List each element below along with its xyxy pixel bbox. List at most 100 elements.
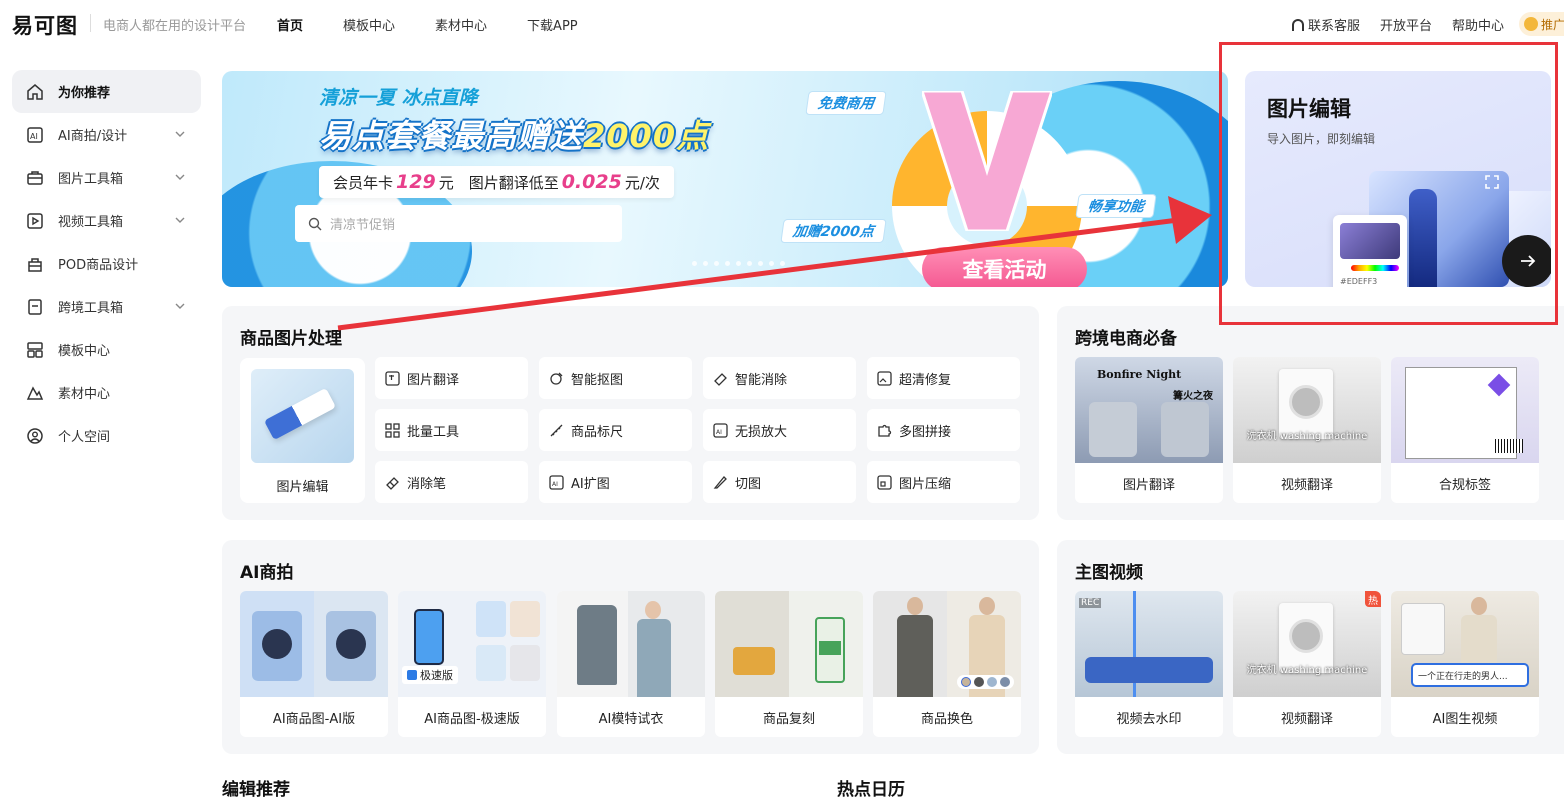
chevron-down-icon: [175, 303, 185, 309]
carousel-dots[interactable]: [692, 261, 785, 266]
tile-video-translate[interactable]: 洗衣机 washing machine 视频翻译: [1233, 357, 1381, 503]
main-video-section: 主图视频 REC 视频去水印 洗衣机 washing machine 热 视频翻…: [1057, 540, 1564, 754]
tool-slice[interactable]: 切图: [703, 461, 856, 503]
tile-ai-product-ai[interactable]: AI商品图-AI版: [240, 591, 388, 737]
washing-machine-image: 洗衣机 washing machine 热: [1233, 591, 1381, 697]
search-icon: [308, 217, 322, 230]
open-platform-link[interactable]: 开放平台: [1380, 15, 1432, 34]
highlight-box: [1219, 42, 1558, 325]
tile-video-watermark-remove[interactable]: REC 视频去水印: [1075, 591, 1223, 737]
pod-icon: [26, 255, 44, 273]
banner-title: 清凉一夏 冰点直降: [319, 87, 478, 109]
living-room-image: REC: [1075, 591, 1223, 697]
template-icon: [26, 341, 44, 359]
banner-headline: 易点套餐最高赠送2000点: [319, 117, 710, 155]
nav-home[interactable]: 首页: [277, 15, 303, 34]
tile-image: [251, 369, 354, 463]
humidifier-image: [240, 591, 388, 697]
hot-calendar-title: 热点日历: [837, 780, 905, 800]
image-edit-tile[interactable]: 图片编辑: [240, 358, 365, 503]
tag-free-commercial: 免费商用: [805, 91, 887, 115]
tagline: 电商人都在用的设计平台: [103, 19, 247, 34]
chevron-down-icon: [175, 131, 185, 137]
translate-icon: [385, 370, 400, 386]
tile-ai-product-fast[interactable]: 极速版 AI商品图-极速版: [398, 591, 546, 737]
header-right-links: 联系客服 开放平台 帮助中心: [1272, 15, 1504, 34]
banner-price-line: 会员年卡 129 元 图片翻译低至 0.025 元/次: [319, 166, 674, 198]
tool-smart-erase[interactable]: 智能消除: [703, 357, 856, 399]
sidebar-item-personal-space[interactable]: 个人空间: [12, 414, 201, 457]
sidebar-item-pod-design[interactable]: POD商品设计: [12, 242, 201, 285]
contact-support-link[interactable]: 联系客服: [1291, 15, 1360, 34]
compress-icon: [877, 474, 892, 490]
edit-recommend-title: 编辑推荐: [222, 780, 290, 800]
sidebar-item-image-toolbox[interactable]: 图片工具箱: [12, 156, 201, 199]
nav-templates[interactable]: 模板中心: [343, 15, 395, 34]
tool-ai-expand[interactable]: AI AI扩图: [539, 461, 692, 503]
tool-lossless-upscale[interactable]: AI 无损放大: [703, 409, 856, 451]
tool-batch[interactable]: 批量工具: [375, 409, 528, 451]
nav-download-app[interactable]: 下载APP: [527, 15, 578, 34]
washing-machine-image: 洗衣机 washing machine: [1233, 357, 1381, 463]
ai-shoot-section: AI商拍 AI商品图-AI版 极速版 AI商品图-极速版 AI模特试衣 商品复刻…: [222, 540, 1039, 754]
section-title: 跨境电商必备: [1075, 329, 1177, 349]
knife-icon: [713, 475, 727, 489]
tile-image-translate[interactable]: Bonfire Night 篝火之夜 图片翻译: [1075, 357, 1223, 503]
sidebar-item-templates[interactable]: 模板中心: [12, 328, 201, 371]
tool-image-compress[interactable]: 图片压缩: [867, 461, 1020, 503]
tool-smart-cutout[interactable]: 智能抠图: [539, 357, 692, 399]
crossborder-section: 跨境电商必备 Bonfire Night 篝火之夜 图片翻译 洗衣机 washi…: [1057, 306, 1564, 520]
banner-search-input[interactable]: 清凉节促销: [295, 205, 622, 242]
upscale-icon: AI: [713, 422, 728, 438]
tool-product-ruler[interactable]: 商品标尺: [539, 409, 692, 451]
logo[interactable]: 易可图: [12, 10, 78, 40]
ai-icon: AI: [26, 126, 44, 144]
svg-text:AI: AI: [716, 429, 722, 436]
cutout-icon: [550, 372, 563, 385]
v-logo-decoration: [922, 91, 1052, 231]
phone-image: 极速版: [398, 591, 546, 697]
help-center-link[interactable]: 帮助中心: [1452, 15, 1504, 34]
tile-product-replicate[interactable]: 商品复刻: [715, 591, 863, 737]
headset-icon: [1291, 18, 1304, 31]
sidebar: 为你推荐 AI AI商拍/设计 图片工具箱 视频工具箱 POD商品设计 跨境工具…: [12, 70, 201, 457]
promo-banner[interactable]: 清凉一夏 冰点直降 易点套餐最高赠送2000点 会员年卡 129 元 图片翻译低…: [222, 71, 1228, 287]
view-activity-button[interactable]: 查看活动: [922, 247, 1087, 287]
ruler-icon: [550, 424, 563, 436]
promo-button[interactable]: 推广: [1519, 12, 1564, 36]
sidebar-item-video-toolbox[interactable]: 视频工具箱: [12, 199, 201, 242]
sidebar-item-recommend[interactable]: 为你推荐: [12, 70, 201, 113]
sidebar-item-crossborder[interactable]: 跨境工具箱: [12, 285, 201, 328]
tool-multi-stitch[interactable]: 多图拼接: [867, 409, 1020, 451]
svg-text:AI: AI: [30, 132, 38, 141]
coin-icon: [1524, 17, 1538, 31]
tile-product-recolor[interactable]: 商品换色: [873, 591, 1021, 737]
cosmetics-image: [715, 591, 863, 697]
svg-text:AI: AI: [552, 481, 558, 488]
section-title: AI商拍: [240, 563, 294, 583]
divider: [90, 14, 91, 32]
crossborder-icon: [26, 298, 44, 316]
walking-man-image: 一个正在行走的男人...: [1391, 591, 1539, 697]
tool-image-translate[interactable]: 图片翻译: [375, 357, 528, 399]
toolbox-icon: [26, 169, 44, 187]
sidebar-item-materials[interactable]: 素材中心: [12, 371, 201, 414]
label-image: [1391, 357, 1539, 463]
tile-video-translate-2[interactable]: 洗衣机 washing machine 热 视频翻译: [1233, 591, 1381, 737]
main-nav: 首页 模板中心 素材中心 下载APP: [277, 15, 618, 34]
tool-erase-brush[interactable]: 消除笔: [375, 461, 528, 503]
brush-icon: [386, 476, 399, 490]
tool-hd-restore[interactable]: 超清修复: [867, 357, 1020, 399]
section-title: 主图视频: [1075, 563, 1143, 583]
tile-compliance-label[interactable]: 合规标签: [1391, 357, 1539, 503]
nav-materials[interactable]: 素材中心: [435, 15, 487, 34]
fast-badge: 极速版: [402, 666, 458, 684]
puzzle-icon: [878, 424, 892, 437]
tile-ai-image-to-video[interactable]: 一个正在行走的男人... AI图生视频: [1391, 591, 1539, 737]
shirt-model-image: [873, 591, 1021, 697]
coat-model-image: [557, 591, 705, 697]
tag-bonus-points: 加赠2000点: [780, 219, 887, 243]
tile-ai-model-tryon[interactable]: AI模特试衣: [557, 591, 705, 737]
top-bar: 易可图 电商人都在用的设计平台 首页 模板中心 素材中心 下载APP 联系客服 …: [0, 0, 1564, 46]
sidebar-item-ai-shoot[interactable]: AI AI商拍/设计: [12, 113, 201, 156]
